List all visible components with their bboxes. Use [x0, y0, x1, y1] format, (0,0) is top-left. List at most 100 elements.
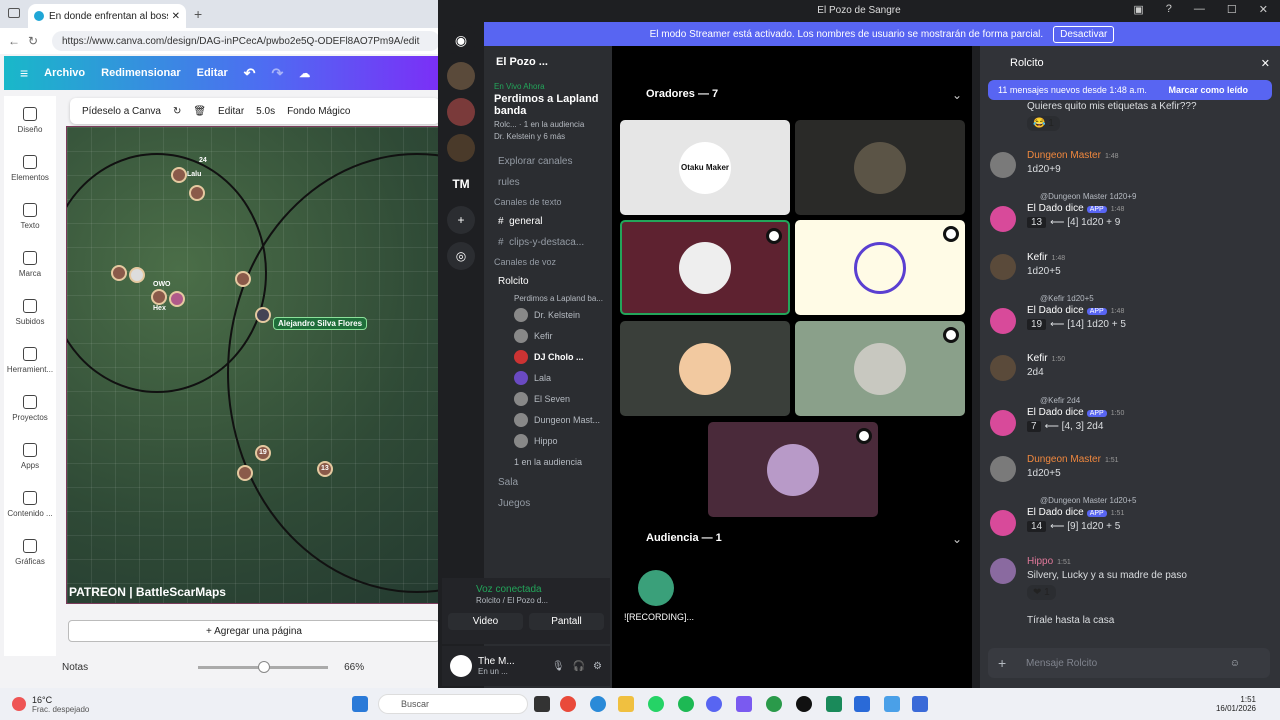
magic-background-button[interactable]: Fondo Mágico — [287, 106, 350, 117]
author-name[interactable]: Hippo — [1027, 556, 1053, 567]
author-name[interactable]: Kefir — [1027, 353, 1048, 364]
zoom-slider[interactable] — [198, 660, 329, 673]
server-icon[interactable] — [447, 98, 475, 126]
rail-apps[interactable]: Apps — [4, 432, 56, 480]
browser-tab[interactable]: En donde enfrentan al boss y al cr ✕ — [28, 4, 186, 28]
rail-proyectos[interactable]: Proyectos — [4, 384, 56, 432]
avatar[interactable] — [638, 570, 674, 606]
app-icon[interactable] — [912, 696, 928, 712]
close-icon[interactable]: ✕ — [1261, 57, 1270, 70]
obs-icon[interactable] — [796, 696, 812, 712]
tab-actions-icon[interactable] — [8, 8, 20, 18]
add-page-button[interactable]: + Agregar una página — [68, 620, 440, 642]
menu-icon[interactable]: ≡ — [20, 65, 28, 81]
new-tab-icon[interactable]: + — [194, 6, 202, 22]
menu-redimensionar[interactable]: Redimensionar — [101, 67, 180, 79]
rail-diseno[interactable]: Diseño — [4, 96, 56, 144]
speaker-tile[interactable] — [708, 422, 878, 517]
avatar[interactable] — [990, 206, 1016, 232]
undo-icon[interactable]: ↶ — [244, 65, 256, 82]
channel-general[interactable]: # general — [484, 211, 612, 232]
mark-read-button[interactable]: Marcar como leído — [1168, 85, 1248, 95]
speaker-tile[interactable]: Otaku Maker — [620, 120, 790, 215]
author-name[interactable]: El Dado dice — [1027, 203, 1084, 214]
avatar[interactable] — [990, 456, 1016, 482]
minimize-icon[interactable]: — — [1194, 3, 1205, 16]
back-icon[interactable]: ← — [8, 34, 28, 48]
server-icon[interactable] — [447, 62, 475, 90]
headset-icon[interactable]: 🎧 — [573, 661, 585, 672]
server-icon[interactable] — [447, 134, 475, 162]
duration-button[interactable]: 5.0s — [256, 106, 275, 117]
rail-contenido[interactable]: Contenido ... — [4, 480, 56, 528]
token[interactable] — [189, 185, 205, 201]
author-name[interactable]: El Dado dice — [1027, 507, 1084, 518]
voice-user[interactable]: Dungeon Mast... — [484, 409, 612, 430]
discord-home-icon[interactable]: ◉ — [447, 26, 475, 54]
zoom-slider-thumb[interactable] — [258, 660, 271, 673]
token[interactable] — [255, 307, 271, 323]
reply-reference[interactable]: @Kefir 2d4 — [1040, 396, 1270, 405]
avatar[interactable] — [990, 410, 1016, 436]
redo-icon[interactable]: ↷ — [272, 65, 284, 82]
token[interactable] — [171, 167, 187, 183]
voice-user[interactable]: Hippo — [484, 430, 612, 451]
maximize-icon[interactable]: ☐ — [1227, 3, 1237, 16]
chevron-down-icon[interactable]: ⌄ — [952, 532, 962, 546]
notes-button[interactable]: Notas — [62, 662, 88, 673]
author-name[interactable]: Dungeon Master — [1027, 454, 1101, 465]
rail-marca[interactable]: Marca — [4, 240, 56, 288]
file-explorer-icon[interactable] — [618, 696, 634, 712]
reply-reference[interactable]: @Dungeon Master 1d20+5 — [1040, 496, 1270, 505]
edge-icon[interactable] — [590, 696, 606, 712]
avatar[interactable] — [990, 355, 1016, 381]
voice-user[interactable]: El Seven — [484, 388, 612, 409]
app-icon[interactable] — [884, 696, 900, 712]
channel-rules[interactable]: rules — [484, 172, 612, 193]
explore-icon[interactable]: ◎ — [447, 242, 475, 270]
video-button[interactable]: Video — [448, 613, 523, 630]
trash-icon[interactable]: 🗑 — [193, 106, 206, 117]
author-name[interactable]: El Dado dice — [1027, 305, 1084, 316]
windows-start-icon[interactable] — [352, 696, 368, 712]
voice-channel-rolcito[interactable]: Rolcito — [484, 271, 612, 292]
channel-clips[interactable]: # clips-y-destaca... — [484, 232, 612, 253]
avatar[interactable] — [450, 655, 472, 677]
rail-texto[interactable]: Texto — [4, 192, 56, 240]
close-window-icon[interactable]: ✕ — [1259, 3, 1268, 16]
app-icon[interactable] — [826, 696, 842, 712]
speaker-tile[interactable] — [795, 220, 965, 315]
rail-subidos[interactable]: Subidos — [4, 288, 56, 336]
live-now-card[interactable]: En Vivo Ahora Perdimos a Lapland banda R… — [484, 78, 612, 145]
token[interactable] — [151, 289, 167, 305]
inbox-icon[interactable]: ▣ — [1133, 3, 1143, 16]
message-input[interactable]: + Mensaje Rolcito ☺ — [988, 648, 1270, 678]
speaker-tile[interactable] — [620, 321, 790, 416]
add-attachment-icon[interactable]: + — [998, 655, 1006, 671]
edit-button[interactable]: Editar — [218, 106, 244, 117]
task-view-icon[interactable] — [534, 696, 550, 712]
battle-map[interactable]: 24 Lalu OWO Hex Alejandro Silva Flores 1… — [66, 126, 440, 604]
avatar[interactable] — [990, 558, 1016, 584]
close-tab-icon[interactable]: ✕ — [172, 11, 180, 22]
voice-channel-sala[interactable]: Sala — [484, 472, 612, 493]
refresh-icon[interactable]: ↻ — [173, 106, 181, 117]
avatar[interactable] — [990, 308, 1016, 334]
help-icon[interactable]: ? — [1166, 3, 1172, 16]
screen-share-button[interactable]: Pantall — [529, 613, 604, 630]
reload-icon[interactable]: ↻ — [28, 34, 48, 48]
token[interactable] — [169, 291, 185, 307]
add-server-icon[interactable]: + — [447, 206, 475, 234]
author-name[interactable]: El Dado dice — [1027, 407, 1084, 418]
reply-reference[interactable]: @Kefir 1d20+5 — [1040, 294, 1270, 303]
discord-icon[interactable] — [706, 696, 722, 712]
mic-icon[interactable]: 🎙 — [552, 661, 565, 672]
token[interactable] — [111, 265, 127, 281]
server-initials[interactable]: TM — [447, 170, 475, 198]
reaction[interactable]: ❤ 1 — [1027, 585, 1056, 600]
author-name[interactable]: Dungeon Master — [1027, 150, 1101, 161]
rail-graficas[interactable]: Gráficas — [4, 528, 56, 576]
token[interactable] — [129, 267, 145, 283]
author-name[interactable]: Kefir — [1027, 252, 1048, 263]
avatar[interactable] — [990, 152, 1016, 178]
